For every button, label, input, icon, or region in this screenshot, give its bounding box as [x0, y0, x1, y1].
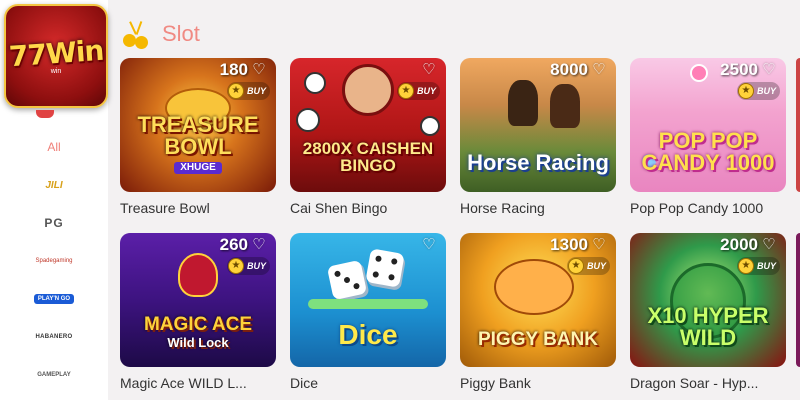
sidebar-item-label: All — [47, 140, 61, 154]
buy-badge[interactable]: ★ BUY — [226, 257, 270, 275]
game-art-title: MAGIC ACE Wild Lock — [143, 314, 253, 350]
game-card-dice[interactable]: ♡ Dice Dice — [290, 233, 446, 391]
game-name[interactable]: Treasure Bowl — [120, 200, 276, 216]
game-card-dragon-soar[interactable]: 2000 ♡ ★ BUY X10 HYPER WILD Dragon Soar -… — [630, 233, 786, 391]
next-card-peek — [796, 58, 800, 192]
gameplay-logo: GAMEPLAY — [37, 372, 71, 378]
buy-label: BUY — [246, 86, 266, 96]
playngo-logo: PLAY'N GO — [33, 294, 75, 304]
star-icon: ★ — [737, 83, 754, 99]
game-count: 180 — [219, 60, 248, 79]
star-icon: ★ — [567, 258, 584, 274]
game-thumbnail[interactable]: 260 ♡ ★ BUY MAGIC ACE Wild Lock — [120, 233, 276, 367]
buy-badge[interactable]: ★ BUY — [226, 82, 270, 100]
heart-icon[interactable]: ♡ — [760, 237, 778, 253]
star-icon: ★ — [737, 258, 754, 274]
game-art-title: 2800X CAISHEN BINGO — [302, 139, 434, 175]
game-thumbnail[interactable]: 2000 ♡ ★ BUY X10 HYPER WILD — [630, 233, 786, 367]
buy-label: BUY — [246, 261, 266, 271]
game-card-treasure-bowl[interactable]: 180 ♡ ★ BUY TREASURE BOWL XHUGE Treasure B… — [120, 58, 276, 216]
game-card-horse-racing[interactable]: 8000 ♡ Horse Racing Horse Racing — [460, 58, 616, 216]
game-thumbnail[interactable]: ♡ ★ BUY 2800X CAISHEN BINGO — [290, 58, 446, 192]
buy-badge[interactable]: ★ BUY — [736, 257, 780, 275]
game-art-title: X10 HYPER WILD — [647, 303, 769, 350]
game-card-magic-ace[interactable]: 260 ♡ ★ BUY MAGIC ACE Wild Lock Magic Ace … — [120, 233, 276, 391]
heart-icon[interactable]: ♡ — [250, 237, 268, 253]
sidebar-item-jili[interactable]: JILI — [0, 166, 108, 204]
game-count: 8000 — [550, 60, 588, 79]
game-name[interactable]: Cai Shen Bingo — [290, 200, 446, 216]
sidebar-item-pg[interactable]: PG — [0, 204, 108, 242]
heart-icon[interactable]: ♡ — [760, 62, 778, 78]
sidebar-item-playngo[interactable]: PLAY'N GO — [0, 280, 108, 318]
buy-badge[interactable]: ★ BUY — [396, 82, 440, 100]
buy-label: BUY — [586, 261, 606, 271]
sidebar-item-spadegaming[interactable]: Spadegaming — [0, 242, 108, 280]
game-thumbnail[interactable]: ♡ Dice — [290, 233, 446, 367]
game-name[interactable]: Dragon Soar - Hyp... — [630, 375, 786, 391]
heart-icon[interactable]: ♡ — [420, 62, 438, 78]
sidebar-item-gameplay[interactable]: GAMEPLAY — [0, 356, 108, 394]
buy-label: BUY — [756, 86, 776, 96]
sidebar: 77Win win All JILI PG Spadegaming PLAY'N… — [0, 0, 108, 400]
game-thumbnail[interactable]: 2500 ♡ ★ BUY POP POP CANDY 1000 — [630, 58, 786, 192]
sidebar-item-all[interactable]: All — [0, 128, 108, 166]
game-count: 1300 — [550, 235, 588, 254]
star-icon: ★ — [227, 258, 244, 274]
next-card-peek — [796, 233, 800, 367]
game-thumbnail[interactable]: 180 ♡ ★ BUY TREASURE BOWL XHUGE — [120, 58, 276, 192]
game-thumbnail[interactable]: 1300 ♡ ★ BUY PIGGY BANK — [460, 233, 616, 367]
game-count: 2000 — [720, 235, 758, 254]
game-art-title: TREASURE BOWL XHUGE — [137, 112, 259, 174]
game-art-title: PIGGY BANK — [477, 329, 598, 350]
section-title: Slot — [162, 21, 200, 46]
logo-text: 77Win — [7, 33, 105, 74]
cherry-icon — [120, 19, 152, 49]
section-header: Slot — [120, 18, 200, 50]
heart-icon[interactable]: ♡ — [590, 237, 608, 253]
game-card-pop-pop-candy[interactable]: 2500 ♡ ★ BUY POP POP CANDY 1000 Pop Pop C… — [630, 58, 786, 216]
heart-icon[interactable]: ♡ — [420, 237, 438, 253]
buy-badge[interactable]: ★ BUY — [736, 82, 780, 100]
buy-label: BUY — [416, 86, 436, 96]
game-name[interactable]: Piggy Bank — [460, 375, 616, 391]
category-icon-peek — [36, 110, 54, 118]
game-name[interactable]: Horse Racing — [460, 200, 616, 216]
game-art-title: POP POP CANDY 1000 — [641, 128, 775, 175]
buy-label: BUY — [756, 261, 776, 271]
heart-icon[interactable]: ♡ — [250, 62, 268, 78]
game-card-cai-shen-bingo[interactable]: ♡ ★ BUY 2800X CAISHEN BINGO Cai Shen Bing… — [290, 58, 446, 216]
game-count: 2500 — [720, 60, 758, 79]
game-art-title: Dice — [338, 319, 398, 350]
brand-logo[interactable]: 77Win win — [4, 4, 108, 108]
game-card-piggy-bank[interactable]: 1300 ♡ ★ BUY PIGGY BANK Piggy Bank — [460, 233, 616, 391]
game-art-title: Horse Racing — [467, 150, 609, 175]
jili-logo: JILI — [45, 179, 63, 191]
star-icon: ★ — [227, 83, 244, 99]
sidebar-item-habanero[interactable]: HABANERO — [0, 318, 108, 356]
game-name[interactable]: Pop Pop Candy 1000 — [630, 200, 786, 216]
game-count: 260 — [219, 235, 248, 254]
game-thumbnail[interactable]: 8000 ♡ Horse Racing — [460, 58, 616, 192]
pg-logo: PG — [44, 216, 64, 230]
provider-list: All JILI PG Spadegaming PLAY'N GO HABANE… — [0, 128, 108, 394]
buy-badge[interactable]: ★ BUY — [566, 257, 610, 275]
game-name[interactable]: Magic Ace WILD L... — [120, 375, 276, 391]
habanero-logo: HABANERO — [35, 334, 73, 340]
game-name[interactable]: Dice — [290, 375, 446, 391]
star-icon: ★ — [397, 83, 414, 99]
spadegaming-logo: Spadegaming — [35, 258, 73, 264]
heart-icon[interactable]: ♡ — [590, 62, 608, 78]
